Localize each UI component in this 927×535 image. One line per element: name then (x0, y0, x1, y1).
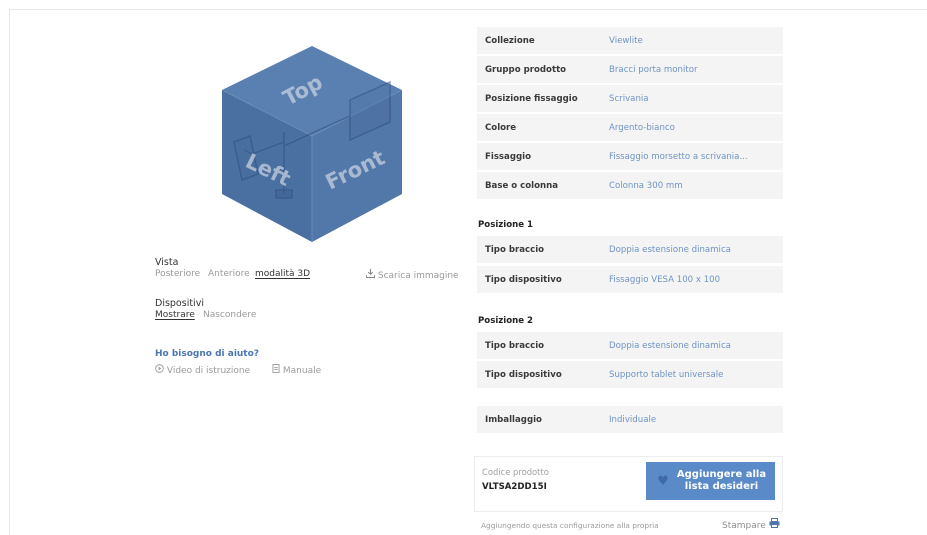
download-image-label: Scarica immagine (377, 271, 459, 281)
spec-row-collection: Collezione Viewlite (477, 27, 783, 54)
view-option-3d[interactable]: modalità 3D (255, 269, 310, 279)
download-image-link[interactable]: Scarica immagine (365, 269, 459, 281)
spec-value[interactable]: Argento-bianco (609, 123, 779, 133)
wishlist-label-line1: Aggiungere alla (676, 469, 767, 480)
position1-row-device: Tipo dispositivo Fissaggio VESA 100 x 10… (477, 266, 783, 293)
spec-row-base: Base o colonna Colonna 300 mm (477, 172, 783, 199)
spec-row-mount-position: Posizione fissaggio Scrivania (477, 85, 783, 112)
manual-label: Manuale (282, 366, 322, 376)
spec-key: Imballaggio (485, 414, 542, 425)
heart-icon: ♥ (657, 473, 669, 489)
document-icon (272, 364, 280, 376)
page-frame (9, 9, 927, 535)
position2-title: Posizione 2 (478, 316, 534, 326)
product-code-label: Codice prodotto (482, 467, 549, 477)
printer-icon (769, 518, 780, 531)
devices-option-hide[interactable]: Nascondere (203, 310, 256, 320)
position1-row-arm: Tipo braccio Doppia estensione dinamica (477, 236, 783, 263)
position1-title: Posizione 1 (478, 220, 534, 230)
spec-value[interactable]: Colonna 300 mm (609, 181, 779, 191)
spec-key: Tipo dispositivo (485, 369, 562, 380)
spec-key: Tipo dispositivo (485, 274, 562, 285)
view-option-front[interactable]: Anteriore (208, 269, 250, 279)
product-code-value: VLTSA2DD15I (482, 482, 547, 492)
spec-row-product-group: Gruppo prodotto Bracci porta monitor (477, 56, 783, 83)
spec-key: Posizione fissaggio (485, 93, 578, 104)
spec-key: Gruppo prodotto (485, 64, 567, 75)
spec-value[interactable]: Fissaggio morsetto a scrivania... (609, 152, 779, 162)
spec-value[interactable]: Scrivania (609, 94, 779, 104)
spec-value[interactable]: Fissaggio VESA 100 x 100 (609, 275, 779, 285)
packaging-row: Imballaggio Individuale (477, 406, 783, 433)
spec-row-mounting: Fissaggio Fissaggio morsetto a scrivania… (477, 143, 783, 170)
wishlist-label-line2: lista desideri (684, 481, 759, 492)
spec-key: Base o colonna (485, 180, 559, 191)
spec-key: Fissaggio (485, 151, 531, 162)
play-circle-icon (155, 364, 164, 376)
view-label: Vista (155, 257, 179, 268)
spec-row-color: Colore Argento-bianco (477, 114, 783, 141)
devices-option-show[interactable]: Mostrare (155, 310, 195, 320)
wishlist-note: Aggiungendo questa configurazione alla p… (481, 521, 659, 530)
spec-value[interactable]: Doppia estensione dinamica (609, 341, 779, 351)
view-cube[interactable]: Top Left Front (221, 46, 403, 242)
position2-row-device: Tipo dispositivo Supporto tablet univers… (477, 361, 783, 388)
download-icon (365, 269, 376, 281)
spec-value[interactable]: Viewlite (609, 36, 779, 46)
spec-key: Tipo braccio (485, 244, 545, 255)
spec-value[interactable]: Doppia estensione dinamica (609, 245, 779, 255)
spec-key: Colore (485, 122, 517, 133)
video-instruction-label: Video di istruzione (166, 366, 251, 376)
devices-label: Dispositivi (155, 298, 204, 309)
wishlist-button-label: Aggiungere alla lista desideri (674, 469, 775, 493)
help-title: Ho bisogno di aiuto? (155, 349, 260, 359)
spec-key: Collezione (485, 35, 535, 46)
print-link[interactable]: Stampare (722, 518, 780, 531)
manual-link[interactable]: Manuale (272, 364, 321, 376)
spec-key: Tipo braccio (485, 340, 545, 351)
print-label: Stampare (722, 521, 766, 531)
spec-value[interactable]: Individuale (609, 415, 779, 425)
spec-value[interactable]: Supporto tablet universale (609, 370, 779, 380)
add-to-wishlist-button[interactable]: ♥ Aggiungere alla lista desideri (646, 462, 775, 500)
video-instruction-link[interactable]: Video di istruzione (155, 364, 250, 376)
view-option-rear[interactable]: Posteriore (155, 269, 200, 279)
position2-row-arm: Tipo braccio Doppia estensione dinamica (477, 332, 783, 359)
spec-value[interactable]: Bracci porta monitor (609, 65, 779, 75)
